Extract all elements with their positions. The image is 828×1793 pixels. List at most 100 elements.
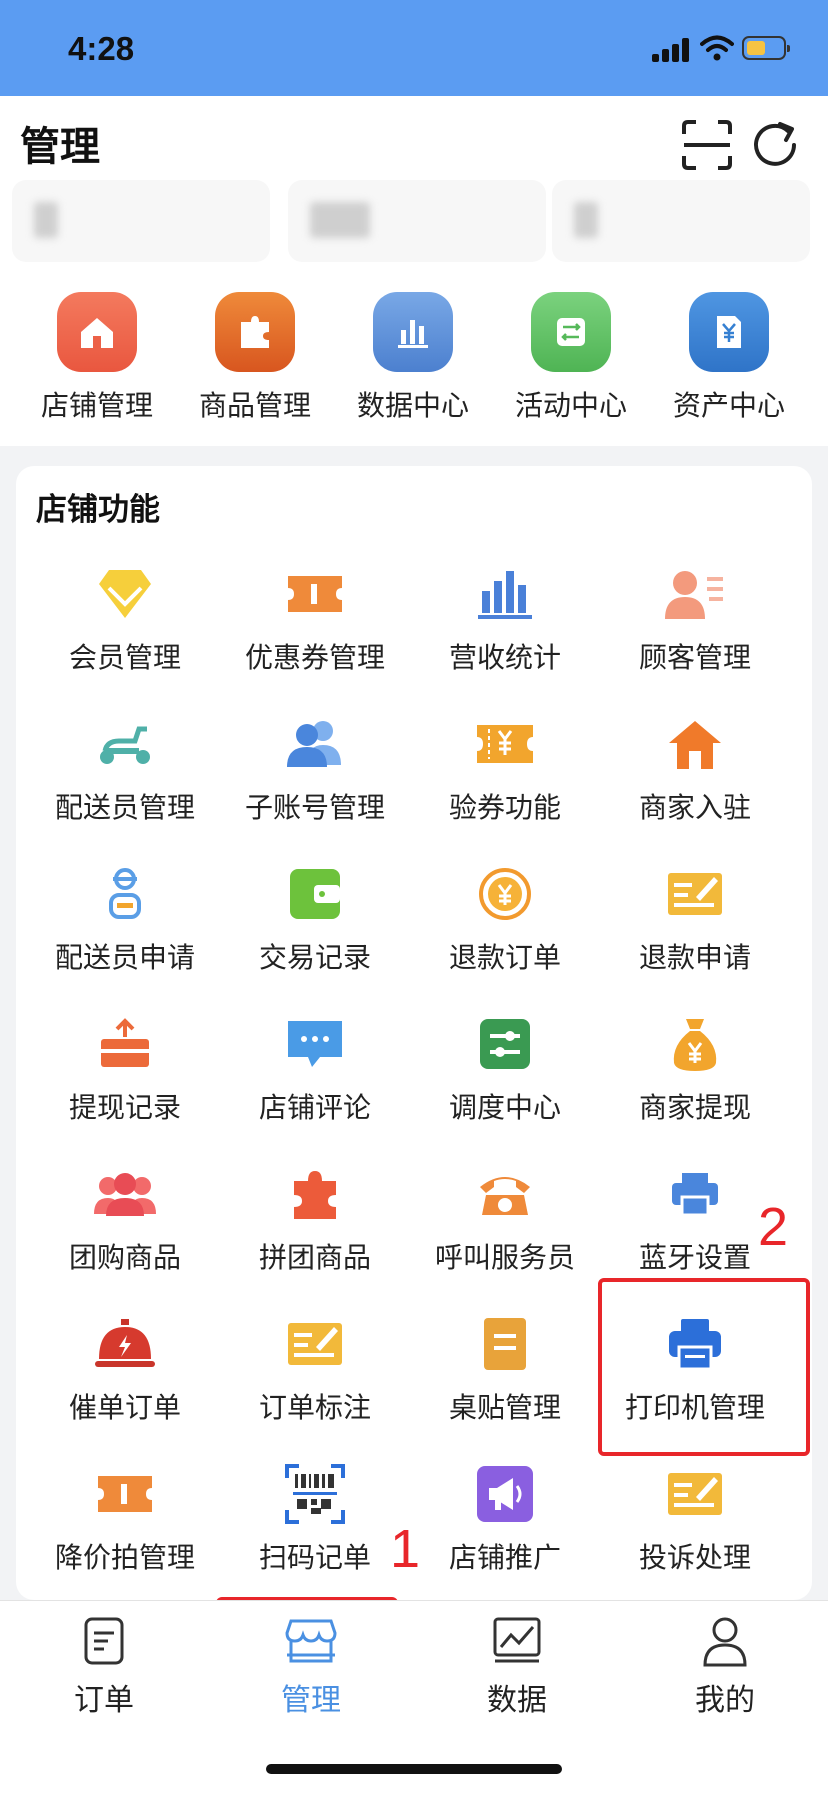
status-bar: 4:28 xyxy=(0,0,828,96)
tab-data[interactable]: 数据 xyxy=(452,1615,582,1719)
function-label: 验券功能 xyxy=(448,791,561,824)
tab-label: 数据 xyxy=(487,1683,547,1718)
function-price-drop[interactable]: 降价拍管理 xyxy=(30,1462,220,1612)
function-merchant-withdraw[interactable]: 商家提现 xyxy=(600,1012,790,1162)
function-courier-manage[interactable]: 配送员管理 xyxy=(30,712,220,862)
tab-manage[interactable]: 管理 xyxy=(246,1615,376,1719)
bell-dish-icon xyxy=(93,1312,157,1376)
tab-label: 我的 xyxy=(695,1683,755,1718)
qr-scan-icon xyxy=(283,1462,347,1526)
function-customer[interactable]: 顾客管理 xyxy=(600,562,790,712)
stat-card[interactable] xyxy=(12,180,270,262)
tab-profile[interactable]: 我的 xyxy=(660,1615,790,1719)
function-label: 提现记录 xyxy=(68,1091,181,1124)
tab-orders[interactable]: 订单 xyxy=(39,1615,169,1719)
quick-activity-center[interactable]: 活动中心 xyxy=(501,292,641,424)
quick-product-manage[interactable]: 商品管理 xyxy=(185,292,325,424)
quick-store-manage[interactable]: 店铺管理 xyxy=(27,292,167,424)
function-label: 调度中心 xyxy=(448,1091,561,1124)
annotation-number-1: 1 xyxy=(390,1519,421,1579)
function-call-waiter[interactable]: 呼叫服务员 xyxy=(410,1162,600,1312)
quick-label: 活动中心 xyxy=(514,389,627,422)
annotation-number-2: 2 xyxy=(758,1197,789,1257)
section-title: 店铺功能 xyxy=(36,492,160,528)
function-refund-orders[interactable]: 退款订单 xyxy=(410,862,600,1012)
refund-form-icon xyxy=(663,862,727,926)
function-member[interactable]: 会员管理 xyxy=(30,562,220,712)
function-merchant-join[interactable]: 商家入驻 xyxy=(600,712,790,862)
customer-icon xyxy=(663,562,727,626)
puzzle-icon xyxy=(215,292,295,372)
function-group-buy[interactable]: 团购商品 xyxy=(30,1162,220,1312)
function-label: 交易记录 xyxy=(258,941,371,974)
group-icon xyxy=(93,1162,157,1226)
scan-icon[interactable] xyxy=(680,118,734,172)
function-label: 配送员申请 xyxy=(54,941,195,974)
comment-icon xyxy=(283,1012,347,1076)
phone-icon xyxy=(473,1162,537,1226)
battery-icon xyxy=(742,36,790,60)
function-label: 退款订单 xyxy=(448,941,561,974)
bar-chart-icon xyxy=(473,562,537,626)
function-label: 优惠券管理 xyxy=(244,641,385,674)
stat-card[interactable] xyxy=(288,180,546,262)
wallet-icon xyxy=(283,862,347,926)
function-courier-apply[interactable]: 配送员申请 xyxy=(30,862,220,1012)
data-chart-icon xyxy=(493,1617,541,1663)
function-scan-order[interactable]: 扫码记单 xyxy=(220,1462,410,1612)
function-revenue[interactable]: 营收统计 xyxy=(410,562,600,712)
cellular-signal-icon xyxy=(652,36,692,62)
quick-asset-center[interactable]: 资产中心 xyxy=(659,292,799,424)
users-icon xyxy=(283,712,347,776)
stat-card[interactable] xyxy=(552,180,810,262)
function-label: 降价拍管理 xyxy=(54,1541,195,1574)
home-indicator[interactable] xyxy=(266,1764,562,1774)
megaphone-icon xyxy=(473,1462,537,1526)
coupon-icon xyxy=(283,562,347,626)
function-label: 顾客管理 xyxy=(638,641,751,674)
tab-label: 订单 xyxy=(74,1683,134,1718)
page-title: 管理 xyxy=(20,124,100,170)
function-withdraw-records[interactable]: 提现记录 xyxy=(30,1012,220,1162)
quick-data-center[interactable]: 数据中心 xyxy=(343,292,483,424)
function-label: 呼叫服务员 xyxy=(434,1241,575,1274)
bluetooth-printer-icon xyxy=(663,1162,727,1226)
function-coupon[interactable]: 优惠券管理 xyxy=(220,562,410,712)
courier-icon xyxy=(93,862,157,926)
function-urge-orders[interactable]: 催单订单 xyxy=(30,1312,220,1462)
scooter-icon xyxy=(93,712,157,776)
function-dispatch-center[interactable]: 调度中心 xyxy=(410,1012,600,1162)
function-refund-apply[interactable]: 退款申请 xyxy=(600,862,790,1012)
puzzle-piece-icon xyxy=(283,1162,347,1226)
function-label: 营收统计 xyxy=(448,641,561,674)
ticket-yuan-icon xyxy=(473,712,537,776)
refresh-icon[interactable] xyxy=(750,118,802,172)
function-label: 子账号管理 xyxy=(244,791,385,824)
status-time: 4:28 xyxy=(68,30,135,67)
quick-label: 资产中心 xyxy=(672,389,785,422)
header-panel: 管理 店铺管理 商品管理 数据中心 活动中心 资产中心 xyxy=(0,96,828,446)
function-transactions[interactable]: 交易记录 xyxy=(220,862,410,1012)
function-label: 扫码记单 xyxy=(258,1541,371,1574)
function-store-comments[interactable]: 店铺评论 xyxy=(220,1012,410,1162)
function-order-mark[interactable]: 订单标注 xyxy=(220,1312,410,1462)
function-complaints[interactable]: 投诉处理 xyxy=(600,1462,790,1612)
function-table-sticker[interactable]: 桌贴管理 xyxy=(410,1312,600,1462)
highlight-box-printer xyxy=(598,1278,810,1456)
order-icon xyxy=(84,1617,124,1665)
function-team-buy[interactable]: 拼团商品 xyxy=(220,1162,410,1312)
yuan-doc-icon xyxy=(689,292,769,372)
function-label: 桌贴管理 xyxy=(448,1391,561,1424)
function-label: 配送员管理 xyxy=(54,791,195,824)
quick-label: 数据中心 xyxy=(356,389,469,422)
quick-label: 店铺管理 xyxy=(40,389,153,422)
price-drop-icon xyxy=(93,1462,157,1526)
quick-label: 商品管理 xyxy=(198,389,311,422)
function-store-promotion[interactable]: 店铺推广 xyxy=(410,1462,600,1612)
function-coupon-verify[interactable]: 验券功能 xyxy=(410,712,600,862)
function-label: 拼团商品 xyxy=(258,1241,371,1274)
function-label: 会员管理 xyxy=(68,641,181,674)
function-subaccount[interactable]: 子账号管理 xyxy=(220,712,410,862)
order-mark-icon xyxy=(283,1312,347,1376)
money-bag-icon xyxy=(663,1012,727,1076)
